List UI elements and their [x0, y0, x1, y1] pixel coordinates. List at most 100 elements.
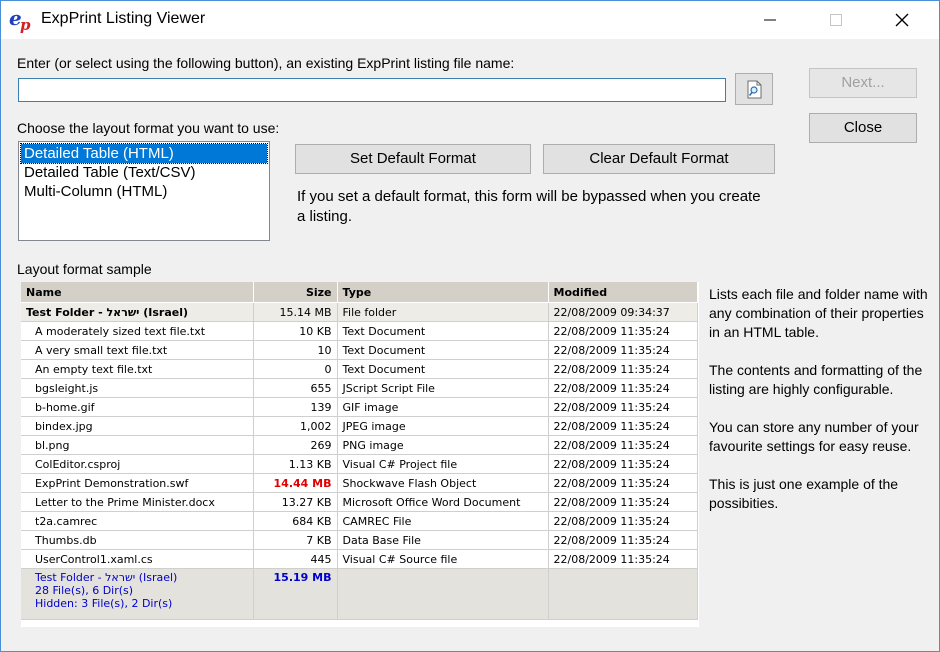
- file-size: 269: [253, 435, 338, 455]
- layout-format-list[interactable]: Detailed Table (HTML) Detailed Table (Te…: [18, 141, 270, 241]
- close-icon: [895, 13, 909, 27]
- table-row: bl.png 269 PNG image 22/08/2009 11:35:24: [21, 435, 698, 455]
- file-type: Shockwave Flash Object: [337, 473, 549, 493]
- file-name: Letter to the Prime Minister.docx: [21, 492, 254, 512]
- column-header-type: Type: [337, 282, 549, 303]
- table-row: UserControl1.xaml.cs 445 Visual C# Sourc…: [21, 549, 698, 569]
- file-type: JScript Script File: [337, 378, 549, 398]
- file-name: bindex.jpg: [21, 416, 254, 436]
- listing-file-input[interactable]: [18, 78, 726, 102]
- file-name: A moderately sized text file.txt: [21, 321, 254, 341]
- file-type: Data Base File: [337, 530, 549, 550]
- file-type: Text Document: [337, 340, 549, 360]
- file-type: GIF image: [337, 397, 549, 417]
- file-size: 1.13 KB: [253, 454, 338, 474]
- file-modified: 22/08/2009 11:35:24: [548, 492, 698, 512]
- file-size: 684 KB: [253, 511, 338, 531]
- next-button[interactable]: Next...: [809, 68, 917, 98]
- minimize-button[interactable]: [747, 1, 793, 39]
- app-logo-icon: e p: [9, 5, 35, 35]
- file-modified: 22/08/2009 11:35:24: [548, 378, 698, 398]
- file-modified: 22/08/2009 11:35:24: [548, 359, 698, 379]
- browse-button[interactable]: [735, 73, 773, 105]
- file-size: 139: [253, 397, 338, 417]
- file-name: A very small text file.txt: [21, 340, 254, 360]
- folder-name: Test Folder - ישראל (Israel): [21, 302, 254, 322]
- summary-row: Test Folder - ישראל (Israel) 28 File(s),…: [21, 568, 698, 620]
- file-type: JPEG image: [337, 416, 549, 436]
- summary-cell: Test Folder - ישראל (Israel) 28 File(s),…: [21, 568, 254, 620]
- file-name: UserControl1.xaml.cs: [21, 549, 254, 569]
- summary-hidden: Hidden: 3 File(s), 2 Dir(s): [35, 597, 173, 610]
- sample-label: Layout format sample: [17, 261, 152, 277]
- file-type: PNG image: [337, 435, 549, 455]
- format-description: Lists each file and folder name with any…: [709, 285, 929, 532]
- table-row: An empty text file.txt 0 Text Document 2…: [21, 359, 698, 379]
- summary-counts: 28 File(s), 6 Dir(s): [35, 584, 134, 597]
- table-row: b-home.gif 139 GIF image 22/08/2009 11:3…: [21, 397, 698, 417]
- folder-type: File folder: [337, 302, 549, 322]
- file-type: Text Document: [337, 321, 549, 341]
- file-type: Text Document: [337, 359, 549, 379]
- file-name: ColEditor.csproj: [21, 454, 254, 474]
- file-modified: 22/08/2009 11:35:24: [548, 340, 698, 360]
- folder-size: 15.14 MB: [253, 302, 338, 322]
- file-modified: 22/08/2009 11:35:24: [548, 473, 698, 493]
- file-size: 655: [253, 378, 338, 398]
- file-modified: 22/08/2009 11:35:24: [548, 321, 698, 341]
- column-header-modified: Modified: [548, 282, 698, 303]
- file-size: 1,002: [253, 416, 338, 436]
- clear-default-format-button[interactable]: Clear Default Format: [543, 144, 775, 174]
- file-prompt-label: Enter (or select using the following but…: [17, 55, 515, 71]
- layout-prompt-label: Choose the layout format you want to use…: [17, 120, 280, 136]
- folder-modified: 22/08/2009 09:34:37: [548, 302, 698, 322]
- description-paragraph: You can store any number of your favouri…: [709, 419, 919, 454]
- file-name: bl.png: [21, 435, 254, 455]
- table-header-row: Name Size Type Modified: [21, 282, 698, 303]
- file-size: 7 KB: [253, 530, 338, 550]
- file-size: 13.27 KB: [253, 492, 338, 512]
- file-type: CAMREC File: [337, 511, 549, 531]
- folder-row: Test Folder - ישראל (Israel) 15.14 MB Fi…: [21, 302, 698, 322]
- file-name: bgsleight.js: [21, 378, 254, 398]
- table-row: bgsleight.js 655 JScript Script File 22/…: [21, 378, 698, 398]
- format-option-detailed-html[interactable]: Detailed Table (HTML): [20, 143, 268, 164]
- table-row: Thumbs.db 7 KB Data Base File 22/08/2009…: [21, 530, 698, 550]
- file-size: 445: [253, 549, 338, 569]
- description-paragraph: The contents and formatting of the listi…: [709, 362, 923, 397]
- table-row: ExpPrint Demonstration.swf 14.44 MB Shoc…: [21, 473, 698, 493]
- table-row: Letter to the Prime Minister.docx 13.27 …: [21, 492, 698, 512]
- table-row: bindex.jpg 1,002 JPEG image 22/08/2009 1…: [21, 416, 698, 436]
- description-paragraph: Lists each file and folder name with any…: [709, 286, 928, 340]
- main-window: e p ExpPrint Listing Viewer Enter (or se…: [0, 0, 940, 652]
- browse-file-icon: [747, 80, 762, 99]
- summary-total-size: 15.19 MB: [253, 568, 338, 620]
- sample-table: Name Size Type Modified Test Folder - יש…: [21, 282, 698, 620]
- close-button[interactable]: Close: [809, 113, 917, 143]
- file-modified: 22/08/2009 11:35:24: [548, 416, 698, 436]
- summary-empty-modified: [548, 568, 698, 620]
- file-modified: 22/08/2009 11:35:24: [548, 397, 698, 417]
- format-option-detailed-text[interactable]: Detailed Table (Text/CSV): [21, 163, 267, 182]
- minimize-icon: [764, 19, 776, 21]
- file-modified: 22/08/2009 11:35:24: [548, 435, 698, 455]
- file-modified: 22/08/2009 11:35:24: [548, 549, 698, 569]
- maximize-icon: [830, 14, 842, 26]
- summary-empty-type: [337, 568, 549, 620]
- maximize-button[interactable]: [813, 1, 859, 39]
- file-modified: 22/08/2009 11:35:24: [548, 511, 698, 531]
- table-row: t2a.camrec 684 KB CAMREC File 22/08/2009…: [21, 511, 698, 531]
- format-option-multi-column[interactable]: Multi-Column (HTML): [21, 182, 267, 201]
- file-type: Visual C# Source file: [337, 549, 549, 569]
- window-title: ExpPrint Listing Viewer: [41, 10, 206, 27]
- title-bar[interactable]: e p ExpPrint Listing Viewer: [1, 1, 939, 39]
- file-name: t2a.camrec: [21, 511, 254, 531]
- file-name: Thumbs.db: [21, 530, 254, 550]
- file-type: Visual C# Project file: [337, 454, 549, 474]
- file-name: An empty text file.txt: [21, 359, 254, 379]
- file-type: Microsoft Office Word Document: [337, 492, 549, 512]
- table-row: ColEditor.csproj 1.13 KB Visual C# Proje…: [21, 454, 698, 474]
- close-window-button[interactable]: [879, 1, 925, 39]
- set-default-format-button[interactable]: Set Default Format: [295, 144, 531, 174]
- file-modified: 22/08/2009 11:35:24: [548, 454, 698, 474]
